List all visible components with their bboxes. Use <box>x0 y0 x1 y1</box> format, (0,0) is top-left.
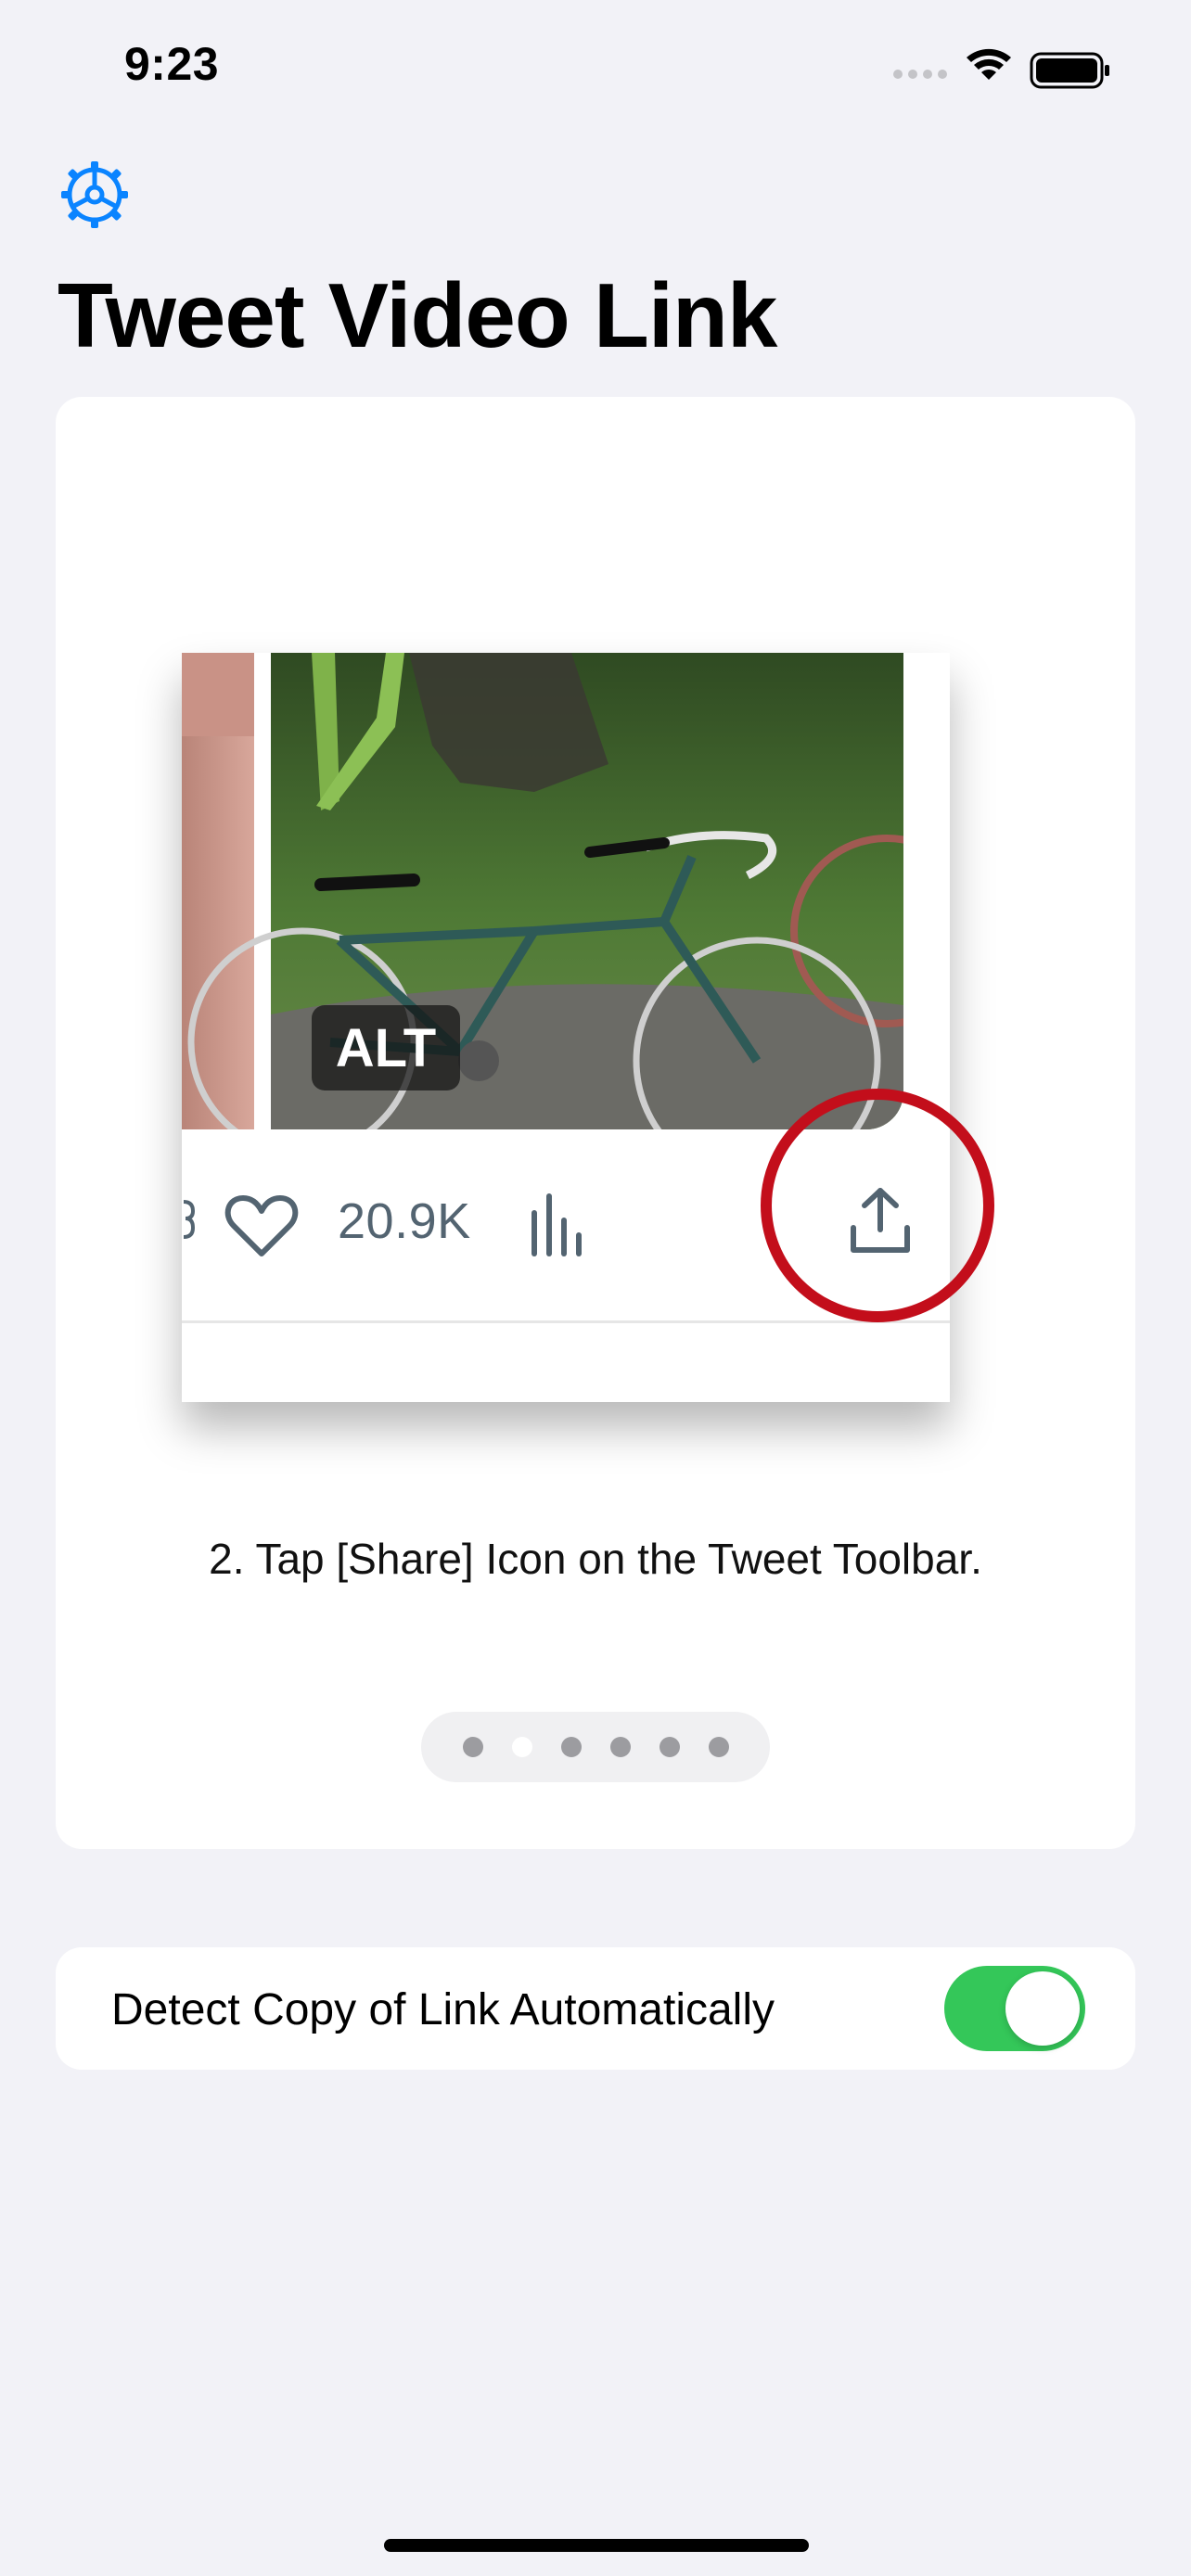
page-dot-6[interactable] <box>708 1737 729 1757</box>
like-count: 20.9K <box>338 1193 471 1249</box>
bar-chart-icon <box>531 1193 582 1256</box>
page-dot-1[interactable] <box>462 1737 483 1757</box>
page-dot-2[interactable] <box>511 1737 532 1757</box>
toolbar-divider <box>182 1320 950 1323</box>
status-icons <box>892 43 1115 93</box>
heart-icon <box>224 1195 299 1256</box>
detect-copy-setting-row: Detect Copy of Link Automatically <box>56 1947 1135 2070</box>
tutorial-illustration: ALT 20.9K <box>182 653 994 1402</box>
cellular-signal-icon <box>893 70 947 79</box>
share-icon <box>851 1188 910 1253</box>
battery-icon <box>1030 52 1109 89</box>
wifi-icon <box>967 48 1011 80</box>
page-dot-4[interactable] <box>609 1737 631 1757</box>
page-dot-5[interactable] <box>659 1737 680 1757</box>
tweet-media-image: ALT <box>182 653 903 1129</box>
detect-copy-label: Detect Copy of Link Automatically <box>111 1985 775 2034</box>
app-screen: 9:23 Tweet Video Link ALT 20.9K 2. Tap [… <box>0 0 1191 2576</box>
tweet-toolbar: 20.9K <box>182 1129 950 1315</box>
tutorial-step-text: 2. Tap [Share] Icon on the Tweet Toolbar… <box>209 1535 982 1583</box>
page-title: Tweet Video Link <box>58 264 777 366</box>
toggle-knob <box>1005 1971 1080 2046</box>
page-indicator[interactable] <box>421 1712 770 1782</box>
settings-button[interactable] <box>58 158 132 232</box>
retweet-count-fragment <box>183 1200 195 1239</box>
status-time: 9:23 <box>124 38 220 90</box>
page-dot-3[interactable] <box>560 1737 582 1757</box>
detect-copy-toggle[interactable] <box>944 1966 1085 2051</box>
gear-icon <box>61 161 128 228</box>
alt-badge: ALT <box>312 1005 460 1090</box>
home-indicator[interactable] <box>384 2539 809 2552</box>
